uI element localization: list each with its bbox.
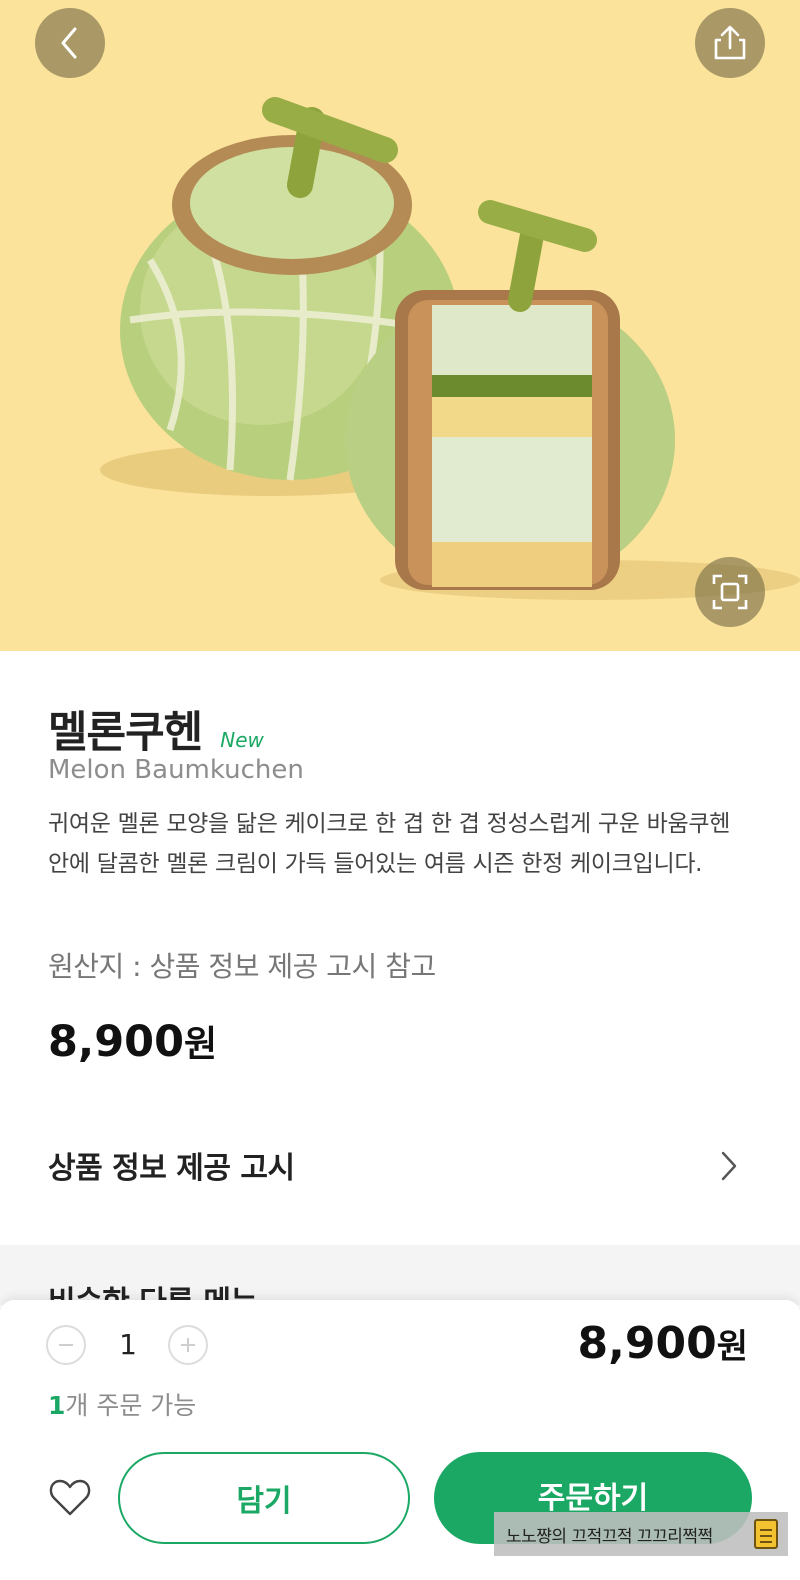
quantity-decrease-button[interactable]: [46, 1325, 86, 1365]
chevron-right-icon: [721, 1151, 737, 1181]
heart-icon: [49, 1479, 91, 1516]
watermark-text: 노노쨩의 끄적끄적 끄끄리쩍쩍: [506, 1526, 713, 1547]
order-availability: 1개 주문 가능: [48, 1386, 196, 1422]
product-description: 귀여운 멜론 모양을 닮은 케이크로 한 겹 한 겹 정성스럽게 구운 바움쿠헨…: [48, 811, 731, 877]
price-unit: 원: [184, 1024, 218, 1065]
favorite-button[interactable]: [48, 1476, 92, 1520]
similar-menu-section: 비슷한 다른 메뉴: [0, 1245, 800, 1305]
fullscreen-button[interactable]: [695, 557, 765, 627]
quantity-value: 1: [119, 1328, 137, 1361]
new-badge: New: [220, 728, 264, 752]
add-to-cart-button[interactable]: 담기: [118, 1452, 410, 1544]
melon-cake-illustration: [100, 97, 800, 600]
product-name-english: Melon Baumkuchen: [48, 755, 304, 785]
total-price-unit: 원: [716, 1327, 748, 1367]
notebook-icon: [754, 1519, 778, 1549]
share-icon: [714, 25, 746, 60]
chevron-left-icon: [61, 27, 77, 59]
total-price: 8,900 원: [578, 1318, 748, 1369]
product-notice-link[interactable]: 상품 정보 제공 고시: [0, 1125, 800, 1205]
origin-info: 원산지 : 상품 정보 제공 고시 참고: [48, 950, 436, 983]
watermark: 노노쨩의 끄적끄적 끄끄리쩍쩍: [494, 1512, 788, 1556]
product-image: [0, 0, 800, 651]
fullscreen-icon: [712, 574, 748, 610]
available-text: 개 주문 가능: [65, 1391, 197, 1420]
share-button[interactable]: [695, 8, 765, 78]
plus-icon: [181, 1338, 195, 1352]
product-name: 멜론쿠헨: [48, 708, 203, 758]
price-value: 8,900: [48, 1017, 185, 1067]
minus-icon: [59, 1344, 73, 1346]
quantity-increase-button[interactable]: [168, 1325, 208, 1365]
available-count: 1: [48, 1391, 66, 1420]
back-button[interactable]: [35, 8, 105, 78]
product-notice-label: 상품 정보 제공 고시: [48, 1151, 295, 1186]
product-title-row: 멜론쿠헨 New: [48, 698, 264, 760]
total-price-value: 8,900: [577, 1318, 717, 1369]
product-price: 8,900 원: [48, 1015, 217, 1067]
